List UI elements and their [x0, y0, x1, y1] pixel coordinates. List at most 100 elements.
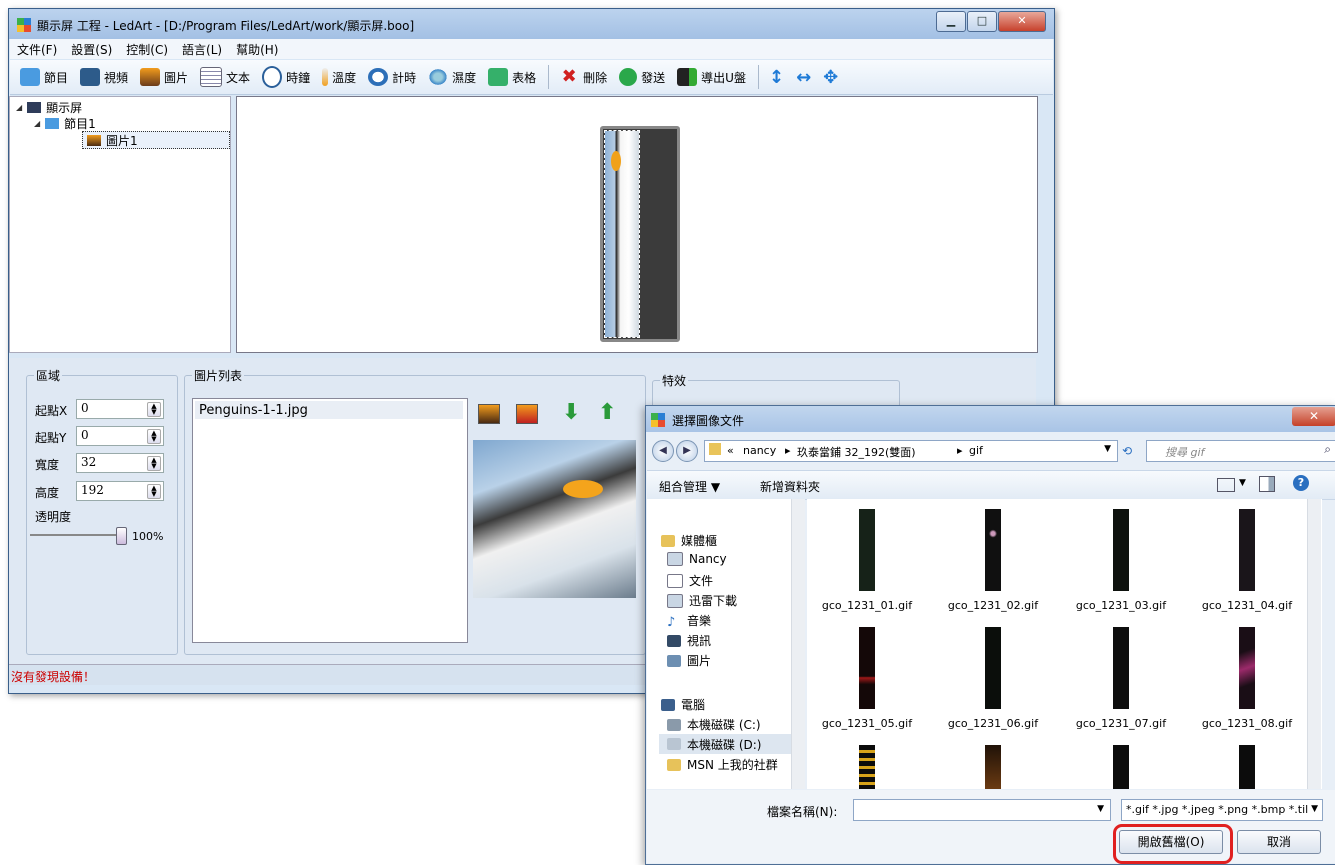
timer-button[interactable]: 計時: [368, 68, 416, 86]
move-up-button[interactable]: ⬆: [598, 402, 618, 424]
chevron-down-icon[interactable]: ▼: [1311, 804, 1318, 814]
close-button[interactable]: ✕: [998, 11, 1046, 32]
nav-item-pictures[interactable]: 圖片: [667, 652, 711, 669]
nav-computer[interactable]: 電腦: [661, 696, 705, 713]
view-options-icon[interactable]: [1217, 478, 1235, 492]
file-item[interactable]: gco_1231_03.gif: [1061, 599, 1181, 612]
opacity-slider-track[interactable]: [30, 534, 120, 536]
file-thumbnail[interactable]: [1113, 627, 1129, 709]
led-screen-preview[interactable]: [600, 126, 680, 342]
nav-item-nancy[interactable]: Nancy: [667, 552, 727, 566]
file-thumbnail[interactable]: [859, 509, 875, 591]
file-thumbnail[interactable]: [1113, 509, 1129, 591]
dialog-close-button[interactable]: ✕: [1292, 407, 1335, 426]
breadcrumb-gif[interactable]: gif: [969, 444, 983, 457]
picture-button[interactable]: 圖片: [140, 68, 188, 86]
usb-export-button[interactable]: 導出U盤: [677, 68, 746, 86]
new-folder-button[interactable]: 新增資料夾: [760, 478, 820, 495]
file-grid-scrollbar[interactable]: [1307, 499, 1321, 789]
file-item[interactable]: gco_1231_08.gif: [1187, 717, 1307, 730]
move-button[interactable]: ✥: [823, 67, 838, 88]
add-image-button[interactable]: [478, 404, 500, 424]
breadcrumb-nancy[interactable]: nancy: [743, 444, 776, 457]
nav-item-videos[interactable]: 視訊: [667, 632, 711, 649]
vertical-align-button[interactable]: ↕: [769, 67, 784, 88]
program-button[interactable]: 節目: [20, 68, 68, 86]
file-type-select[interactable]: *.gif *.jpg *.jpeg *.png *.bmp *.til ▼: [1121, 799, 1323, 821]
breadcrumb-folder[interactable]: 玖泰當鋪 32_192(雙面): [797, 444, 916, 460]
list-item[interactable]: Penguins-1-1.jpg: [195, 401, 463, 419]
file-item[interactable]: gco_1231_05.gif: [807, 717, 927, 730]
file-thumbnail[interactable]: [1239, 627, 1255, 709]
nav-scrollbar[interactable]: [791, 499, 805, 789]
file-thumbnail[interactable]: [859, 745, 875, 789]
file-item[interactable]: gco_1231_01.gif: [807, 599, 927, 612]
delete-button[interactable]: ✖ 刪除: [559, 68, 608, 86]
forward-icon[interactable]: ▶: [676, 440, 698, 462]
search-icon[interactable]: ⌕: [1324, 442, 1331, 457]
file-thumbnail[interactable]: [985, 627, 1001, 709]
clock-button[interactable]: 時鐘: [262, 66, 310, 88]
minimize-button[interactable]: ▁: [936, 11, 966, 32]
text-button[interactable]: 文本: [200, 67, 250, 87]
spinner-arrows-icon[interactable]: ▲ ▼: [147, 456, 161, 471]
start-y-input[interactable]: 0 ▲ ▼: [76, 426, 164, 446]
move-down-button[interactable]: ⬇: [562, 402, 582, 424]
back-icon[interactable]: ◀: [652, 440, 674, 462]
nav-msn-group[interactable]: MSN 上我的社群: [667, 756, 778, 773]
spinner-arrows-icon[interactable]: ▲ ▼: [147, 484, 161, 499]
image-list[interactable]: Penguins-1-1.jpg: [192, 398, 468, 643]
file-thumbnail[interactable]: [1239, 745, 1255, 789]
menu-language[interactable]: 語言(L): [175, 41, 229, 58]
menu-settings[interactable]: 設置(S): [64, 41, 119, 58]
chevron-down-icon[interactable]: ▼: [1239, 478, 1246, 488]
spinner-arrows-icon[interactable]: ▲ ▼: [147, 429, 161, 444]
horizontal-align-button[interactable]: ↔: [796, 67, 811, 88]
file-item[interactable]: gco_1231_06.gif: [933, 717, 1053, 730]
chevron-down-icon[interactable]: ▼: [1104, 444, 1111, 454]
file-item[interactable]: gco_1231_04.gif: [1187, 599, 1307, 612]
tree-node-program[interactable]: ◢ 節目1: [34, 115, 96, 132]
height-input[interactable]: 192 ▲ ▼: [76, 481, 164, 501]
cancel-button[interactable]: 取消: [1237, 830, 1321, 854]
nav-item-downloads[interactable]: 迅雷下載: [667, 592, 737, 609]
file-thumbnail[interactable]: [985, 509, 1001, 591]
search-input[interactable]: 搜尋 gif ⌕: [1146, 440, 1335, 462]
organize-button[interactable]: 組合管理 ▼: [659, 478, 720, 495]
preview-pane-icon[interactable]: [1259, 476, 1275, 492]
breadcrumb[interactable]: « nancy ▸ 玖泰當鋪 32_192(雙面) ▸ gif ▼: [704, 440, 1118, 462]
menu-control[interactable]: 控制(C): [119, 41, 175, 58]
video-button[interactable]: 視頻: [80, 68, 128, 86]
maximize-button[interactable]: □: [967, 11, 997, 32]
menu-file[interactable]: 文件(F): [10, 41, 64, 58]
file-thumbnail[interactable]: [985, 745, 1001, 789]
file-thumbnail[interactable]: [1239, 509, 1255, 591]
start-x-input[interactable]: 0 ▲ ▼: [76, 399, 164, 419]
file-thumbnail[interactable]: [1113, 745, 1129, 789]
spinner-arrows-icon[interactable]: ▲ ▼: [147, 402, 161, 417]
file-item[interactable]: gco_1231_02.gif: [933, 599, 1053, 612]
send-button[interactable]: 發送: [619, 68, 665, 86]
opacity-slider-thumb[interactable]: [116, 527, 127, 545]
width-input[interactable]: 32 ▲ ▼: [76, 453, 164, 473]
menu-help[interactable]: 幫助(H): [229, 41, 285, 58]
file-item[interactable]: gco_1231_07.gif: [1061, 717, 1181, 730]
nav-item-music[interactable]: ♪ 音樂: [667, 612, 711, 630]
remove-image-button[interactable]: [516, 404, 538, 424]
table-button[interactable]: 表格: [488, 68, 536, 86]
breadcrumb-overflow[interactable]: «: [727, 444, 734, 457]
filename-input[interactable]: ▼: [853, 799, 1111, 821]
nav-libraries[interactable]: 媒體櫃: [661, 532, 717, 549]
humidity-button[interactable]: 濕度: [428, 68, 476, 86]
help-icon[interactable]: ?: [1293, 475, 1309, 491]
open-button[interactable]: 開啟舊檔(O): [1119, 830, 1223, 854]
nav-drive-d[interactable]: 本機磁碟 (D:): [659, 734, 801, 754]
nav-item-documents[interactable]: 文件: [667, 572, 713, 589]
temperature-button[interactable]: 溫度: [322, 68, 356, 86]
chevron-down-icon[interactable]: ▼: [1097, 804, 1104, 814]
nav-drive-c[interactable]: 本機磁碟 (C:): [667, 716, 761, 733]
tree-node-picture[interactable]: 圖片1: [82, 131, 230, 149]
refresh-icon[interactable]: ⟲: [1122, 444, 1132, 458]
tree-node-display[interactable]: ◢ 顯示屏: [16, 99, 82, 116]
file-thumbnail[interactable]: [859, 627, 875, 709]
